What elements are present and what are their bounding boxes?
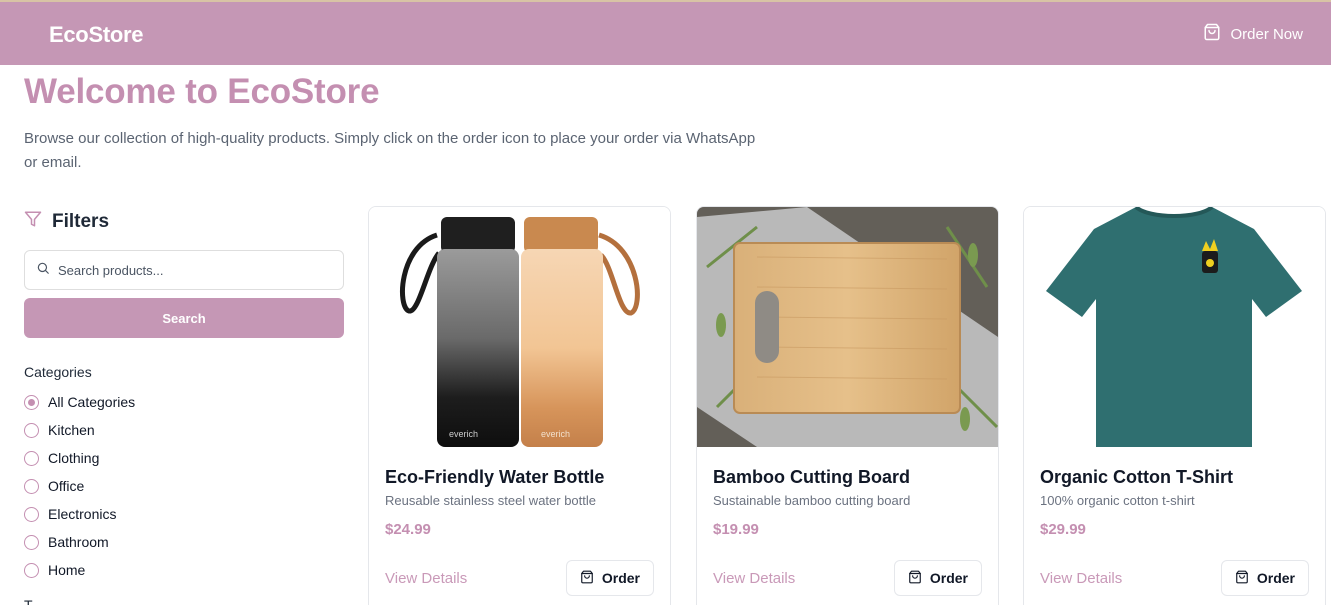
product-price: $24.99 xyxy=(385,521,431,538)
category-label: Home xyxy=(48,562,86,578)
product-title: Organic Cotton T-Shirt xyxy=(1040,467,1233,487)
category-label: Clothing xyxy=(48,450,100,466)
page-intro: Browse our collection of high-quality pr… xyxy=(24,130,756,171)
categories-heading: Categories xyxy=(24,364,92,380)
category-option-bathroom[interactable]: Bathroom xyxy=(24,528,135,556)
card-actions: View Details Order xyxy=(1040,560,1309,596)
product-description: 100% organic cotton t-shirt xyxy=(1040,493,1195,508)
shopping-bag-icon xyxy=(908,570,922,587)
water-bottle-image[interactable]: everich everich xyxy=(369,207,670,447)
radio-unselected[interactable] xyxy=(24,562,39,578)
product-description: Sustainable bamboo cutting board xyxy=(713,493,911,508)
view-details-link[interactable]: View Details xyxy=(385,570,467,587)
category-option-kitchen[interactable]: Kitchen xyxy=(24,416,135,444)
next-section-heading: T xyxy=(24,597,33,605)
radio-unselected[interactable] xyxy=(24,450,39,466)
search-icon xyxy=(36,261,50,280)
order-button-label: Order xyxy=(929,570,968,586)
category-label: All Categories xyxy=(48,394,136,410)
cutting-board-image[interactable] xyxy=(697,207,998,447)
product-card: everich everich Eco-Friendly Water Bottl… xyxy=(368,206,671,605)
view-details-link[interactable]: View Details xyxy=(1040,570,1122,587)
category-label: Bathroom xyxy=(48,534,109,550)
radio-unselected[interactable] xyxy=(24,478,39,494)
card-actions: View Details Order xyxy=(385,560,654,596)
shopping-bag-icon xyxy=(1235,570,1249,587)
radio-selected[interactable] xyxy=(24,394,39,410)
svg-text:everich: everich xyxy=(541,429,570,439)
category-label: Electronics xyxy=(48,506,117,522)
order-now-label: Order Now xyxy=(1230,25,1303,43)
search-button[interactable]: Search xyxy=(24,298,344,338)
order-button-label: Order xyxy=(601,570,640,586)
view-details-link[interactable]: View Details xyxy=(713,570,795,587)
radio-unselected[interactable] xyxy=(24,534,39,550)
order-button[interactable]: Order xyxy=(893,560,982,596)
product-title: Eco-Friendly Water Bottle xyxy=(385,467,605,487)
search-field[interactable] xyxy=(24,250,344,290)
category-option-all[interactable]: All Categories xyxy=(24,388,135,416)
product-price: $29.99 xyxy=(1040,521,1086,538)
top-navbar: EcoStore Order Now xyxy=(0,0,1331,65)
radio-unselected[interactable] xyxy=(24,422,39,438)
page-title: Welcome to EcoStore xyxy=(24,72,380,111)
category-option-clothing[interactable]: Clothing xyxy=(24,444,135,472)
product-card: Bamboo Cutting Board Sustainable bamboo … xyxy=(696,206,999,605)
category-list: All Categories Kitchen Clothing Office E… xyxy=(24,388,135,584)
category-label: Office xyxy=(48,478,85,494)
svg-text:everich: everich xyxy=(449,429,478,439)
order-button[interactable]: Order xyxy=(565,560,654,596)
product-title: Bamboo Cutting Board xyxy=(713,467,910,487)
category-label: Kitchen xyxy=(48,422,95,438)
shopping-bag-icon xyxy=(1203,23,1221,45)
shopping-bag-icon xyxy=(580,570,594,587)
category-option-home[interactable]: Home xyxy=(24,556,135,584)
card-actions: View Details Order xyxy=(713,560,982,596)
product-card: Organic Cotton T-Shirt 100% organic cott… xyxy=(1023,206,1326,605)
tshirt-image[interactable] xyxy=(1024,207,1325,447)
order-button[interactable]: Order xyxy=(1220,560,1309,596)
filters-heading: Filters xyxy=(24,210,109,234)
order-now-button[interactable]: Order Now xyxy=(1203,23,1303,45)
order-button-label: Order xyxy=(1256,570,1295,586)
radio-unselected[interactable] xyxy=(24,506,39,522)
category-option-electronics[interactable]: Electronics xyxy=(24,500,135,528)
filters-title: Filters xyxy=(52,211,110,232)
product-description: Reusable stainless steel water bottle xyxy=(385,493,597,508)
filter-icon xyxy=(24,210,42,234)
search-input[interactable] xyxy=(58,262,338,278)
category-option-office[interactable]: Office xyxy=(24,472,135,500)
product-price: $19.99 xyxy=(713,521,759,538)
brand-logo[interactable]: EcoStore xyxy=(49,22,143,48)
